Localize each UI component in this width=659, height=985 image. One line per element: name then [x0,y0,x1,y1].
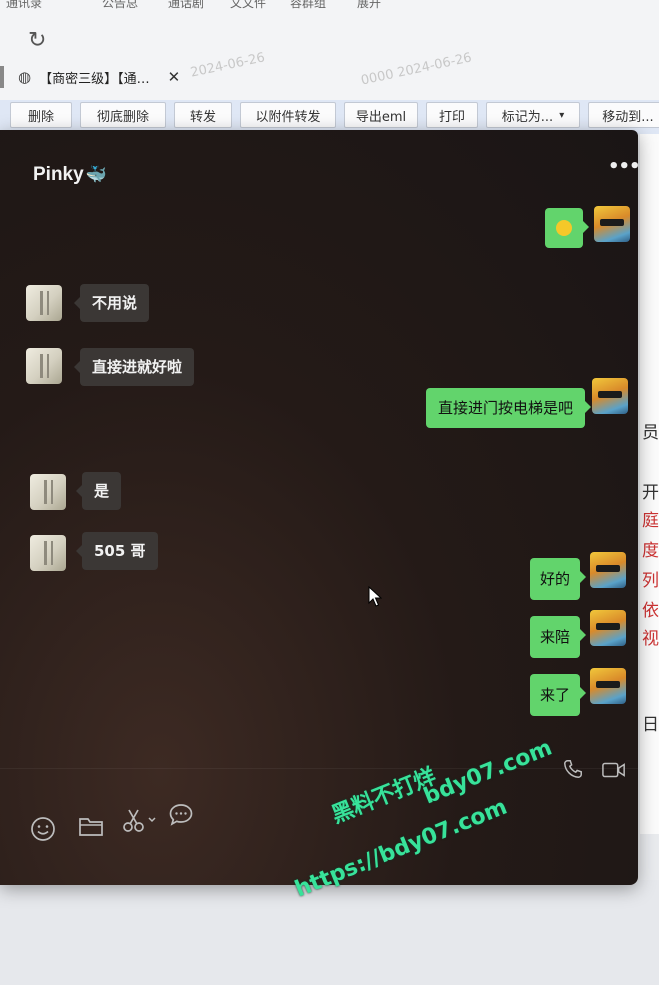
permanent-delete-button[interactable]: 彻底删除 [80,102,166,128]
message-bubble-incoming[interactable]: 不用说 [73,284,150,322]
avatar[interactable] [26,285,62,321]
phone-icon[interactable] [562,758,584,785]
video-icon[interactable] [602,760,626,784]
mark-as-dropdown[interactable]: 标记为... ▾ [486,102,580,128]
top-nav: 通讯录 公告总 通话剧 文文件 容群组 展开 [0,0,659,12]
folder-icon[interactable] [78,814,104,844]
chat-window: Pinky🐳 ••• 😮 不用说 直接进就好啦 直接进门按电梯是吧 是 505 … [0,130,638,885]
mark-as-label: 标记为... [501,109,554,125]
top-nav-item[interactable]: 容群组 [290,0,326,11]
peek-text: 庭 [642,511,659,531]
message-bubble-outgoing[interactable]: 好的 [530,558,587,600]
chat-title: Pinky 🐳 [33,164,107,186]
peek-text: 度 [642,541,659,561]
forward-as-attachment-button[interactable]: 以附件转发 [240,102,336,128]
export-eml-button[interactable]: 导出eml [344,102,418,128]
message-bubble-outgoing[interactable]: 直接进门按电梯是吧 [426,388,592,428]
chevron-down-icon: ▾ [559,109,565,121]
avatar[interactable] [592,378,628,414]
top-nav-item[interactable]: 通话剧 [168,0,204,11]
forward-button[interactable]: 转发 [174,102,232,128]
peek-text: 日 [642,715,659,735]
top-nav-item[interactable]: 公告总 [102,0,138,11]
more-options-icon[interactable]: ••• [608,156,638,177]
peek-text: 员. [642,423,659,443]
move-to-dropdown[interactable]: 移动到... [588,102,659,128]
input-divider [0,768,638,769]
avatar[interactable] [590,610,626,646]
avatar[interactable] [590,552,626,588]
top-nav-item[interactable]: 通讯录 [6,0,42,11]
top-nav-item[interactable]: 展开 [357,0,381,11]
message-bubble-outgoing[interactable]: 来了 [530,674,587,716]
tab-title: 【商密三级】【通… [39,71,150,87]
tab-strip [0,66,4,88]
delete-button[interactable]: 删除 [10,102,72,128]
message-bubble-incoming[interactable]: 直接进就好啦 [73,348,195,386]
browser-tab[interactable]: ◍ 【商密三级】【通… ✕ [18,64,218,90]
chat-title-text: Pinky [33,164,84,185]
avatar[interactable] [30,535,66,571]
avatar[interactable] [594,206,630,242]
close-icon[interactable]: ✕ [168,68,181,86]
reload-icon[interactable]: ↻ [28,28,46,53]
scissors-icon[interactable] [122,808,160,840]
peek-text: 依 [642,601,659,621]
emoji-icon: 😮 [556,219,572,236]
whale-icon: 🐳 [85,165,107,184]
emoji-icon[interactable] [30,816,56,848]
mouse-cursor-icon [368,586,382,607]
avatar[interactable] [26,348,62,384]
desk-background [0,880,659,985]
message-bubble-incoming[interactable]: 是 [75,472,122,510]
peek-text: 视 [642,629,659,649]
message-bubble-outgoing[interactable]: 😮 [545,208,589,248]
message-bubble-incoming[interactable]: 505 哥 [76,532,158,570]
peek-text: 列 [642,571,659,591]
peek-text: 开 [642,483,659,503]
message-bubble-outgoing[interactable]: 来陪 [530,616,587,658]
print-button[interactable]: 打印 [426,102,478,128]
avatar[interactable] [590,668,626,704]
top-nav-item[interactable]: 文文件 [230,0,266,11]
globe-icon: ◍ [18,68,32,86]
avatar[interactable] [30,474,66,510]
chat-bubble-icon[interactable] [168,802,194,834]
